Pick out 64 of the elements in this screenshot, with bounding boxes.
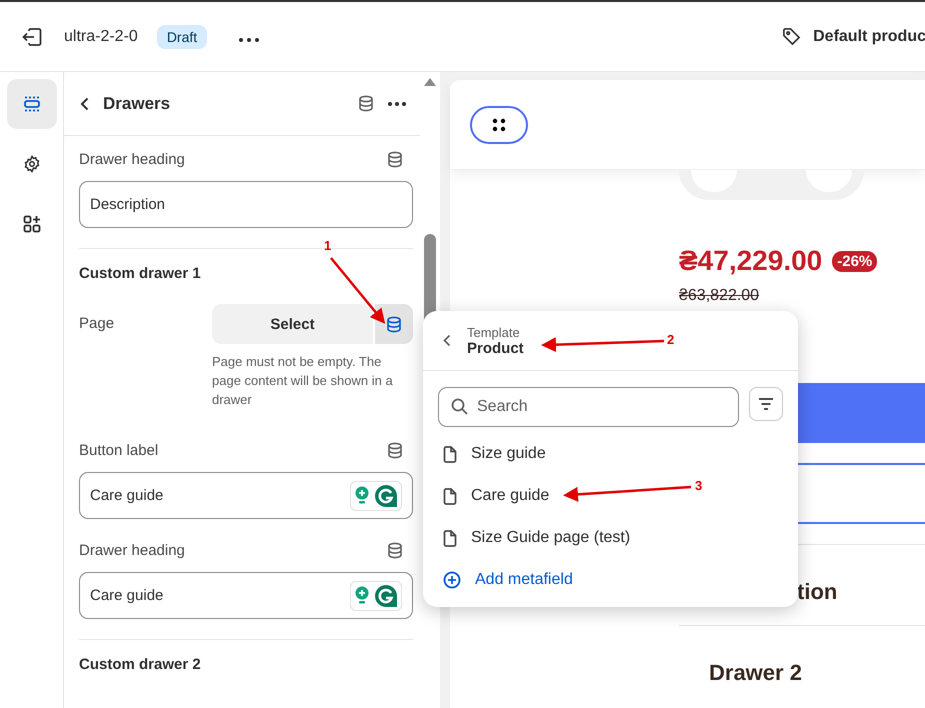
settings-icon	[22, 155, 40, 173]
add-metafield-link[interactable]: Add metafield	[423, 559, 579, 601]
section-heading: tion	[797, 579, 838, 605]
lightbulb-icon	[354, 586, 370, 606]
status-badge: Draft	[156, 24, 208, 48]
annotation-number: 2	[667, 332, 674, 347]
sections-icon	[22, 95, 40, 113]
filter-button[interactable]	[749, 387, 783, 421]
section-heading: Custom drawer 1	[79, 265, 202, 282]
writing-assistant-widget[interactable]	[350, 580, 402, 610]
annotation-number: 3	[695, 478, 702, 493]
apps-icon	[22, 215, 40, 233]
field-label: Button label	[79, 442, 158, 458]
exit-icon	[22, 28, 42, 46]
more-button[interactable]	[388, 102, 406, 106]
database-icon	[387, 150, 403, 168]
drawer-heading: Drawer 2	[709, 660, 803, 686]
popover-caption: Template	[467, 324, 521, 340]
sidebar-tab[interactable]	[6, 79, 56, 129]
plus-circle-icon	[443, 571, 461, 589]
text-field[interactable]: Care guide	[79, 572, 413, 619]
back-button[interactable]	[443, 334, 451, 347]
database-icon	[387, 542, 403, 558]
search-icon	[451, 398, 468, 415]
field-label: Page	[79, 314, 116, 332]
text-field[interactable]: Description	[79, 181, 413, 228]
more-icon	[388, 102, 406, 106]
sale-price: ₴47,229.00	[679, 245, 822, 277]
popover-title: Product	[467, 340, 524, 356]
database-icon	[358, 95, 374, 112]
exit-button[interactable]	[22, 28, 42, 46]
grammar-checker-icon	[374, 484, 398, 508]
select-button[interactable]: Select	[212, 304, 373, 344]
menu-button[interactable]	[470, 106, 528, 144]
search-field[interactable]: Search	[438, 387, 739, 427]
help-text: Page must not be empty. The page content will be shown in a drawer	[212, 353, 394, 409]
dynamic-source-button[interactable]	[373, 304, 413, 344]
back-button[interactable]	[80, 96, 89, 110]
page-option[interactable]: Size Guide page (test)	[423, 517, 636, 559]
lightbulb-icon	[354, 486, 370, 506]
dots-icon	[491, 116, 507, 132]
database-icon	[386, 316, 402, 332]
theme-name: ultra-2-2-0	[64, 28, 138, 46]
document-icon	[443, 488, 457, 504]
page-option[interactable]: Size guide	[423, 433, 552, 475]
field-label: Drawer heading	[79, 150, 185, 168]
database-icon	[387, 442, 403, 458]
document-icon	[443, 446, 457, 462]
field-label: Drawer heading	[79, 542, 185, 558]
more-icon	[239, 38, 260, 42]
panel-title: Drawers	[103, 94, 172, 114]
page-option[interactable]: Care guide	[423, 475, 556, 517]
back-icon	[80, 96, 89, 110]
discount-badge: -26%	[832, 250, 878, 272]
annotation-number: 1	[324, 238, 332, 253]
grammar-checker-icon	[374, 584, 398, 608]
document-icon	[443, 530, 457, 546]
text-field[interactable]: Care guide	[79, 472, 413, 519]
section-heading: Custom drawer 2	[79, 656, 202, 673]
filter-icon	[758, 398, 774, 410]
back-icon	[443, 334, 451, 347]
tag-icon	[782, 27, 802, 46]
writing-assistant-widget[interactable]	[350, 480, 402, 510]
compare-price: ₴63,822.00	[679, 287, 760, 305]
